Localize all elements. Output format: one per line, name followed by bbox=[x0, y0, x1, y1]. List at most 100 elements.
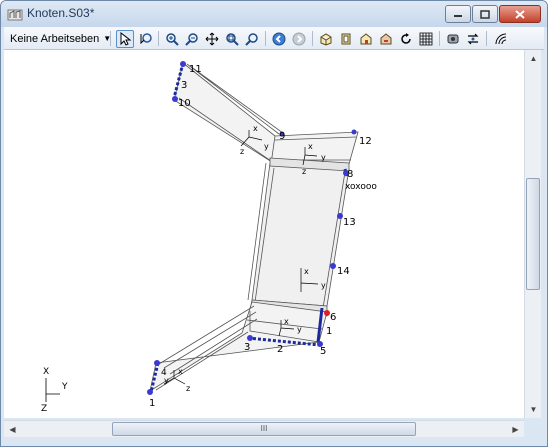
zoom-in-button[interactable] bbox=[163, 30, 181, 48]
svg-text:z: z bbox=[240, 147, 244, 156]
rotate-button[interactable] bbox=[397, 30, 415, 48]
svg-text:y: y bbox=[297, 325, 302, 334]
select-arrow-button[interactable] bbox=[116, 30, 134, 48]
horizontal-scrollbar[interactable]: ◀ III ▶ bbox=[4, 420, 524, 437]
window-title: Knoten.S03* bbox=[27, 6, 95, 20]
scroll-left-icon[interactable]: ◀ bbox=[5, 422, 20, 437]
application-window: Knoten.S03* Keine Arbeitseben ▼ 11 3 10 … bbox=[0, 0, 548, 447]
swap-button[interactable] bbox=[464, 30, 482, 48]
svg-text:x: x bbox=[284, 317, 289, 326]
back-button[interactable] bbox=[270, 30, 288, 48]
upper-left-slab bbox=[173, 62, 276, 165]
triad-x-label: X bbox=[43, 367, 49, 377]
svg-text:z: z bbox=[186, 384, 190, 393]
select-zoom-icon bbox=[140, 33, 152, 45]
title-bar[interactable]: Knoten.S03* bbox=[1, 1, 547, 27]
select-arrow-icon bbox=[120, 32, 132, 46]
side-view-button[interactable] bbox=[357, 30, 375, 48]
global-axis-triad: X Y Z bbox=[41, 367, 68, 414]
zoom-all-icon bbox=[245, 33, 258, 46]
node-13[interactable] bbox=[330, 263, 336, 269]
node-label-3-top: 3 bbox=[181, 80, 187, 91]
model-viewport[interactable]: 11 3 10 9 12 8 xoxooo 13 14 6 1 3 2 5 4 … bbox=[4, 50, 524, 418]
svg-text:y: y bbox=[164, 376, 169, 385]
node-4[interactable] bbox=[154, 360, 160, 366]
iso-view-button[interactable] bbox=[317, 30, 335, 48]
svg-text:y: y bbox=[264, 142, 269, 151]
node-extra-label: xoxooo bbox=[345, 182, 377, 192]
node-1b[interactable] bbox=[147, 389, 153, 395]
forward-button[interactable] bbox=[290, 30, 308, 48]
minimize-button[interactable] bbox=[445, 5, 471, 23]
svg-text:y: y bbox=[321, 281, 326, 290]
node-label-13: 14 bbox=[337, 266, 350, 277]
grid-button[interactable] bbox=[417, 30, 435, 48]
scroll-down-icon[interactable]: ▼ bbox=[526, 402, 541, 417]
select-zoom-button[interactable] bbox=[137, 30, 155, 48]
svg-text:y: y bbox=[321, 153, 326, 162]
zoom-window-button[interactable] bbox=[223, 30, 241, 48]
toolbar-separator bbox=[110, 31, 111, 46]
scroll-up-icon[interactable]: ▲ bbox=[526, 51, 541, 66]
node-label-6: 6 bbox=[330, 312, 336, 323]
pan-icon bbox=[205, 32, 219, 46]
node-label-9: 9 bbox=[279, 131, 285, 142]
iso-view-icon bbox=[320, 33, 332, 46]
toolbar-separator bbox=[486, 31, 487, 46]
toolbar-separator bbox=[158, 31, 159, 46]
node-label-1-right: 1 bbox=[326, 326, 332, 337]
node-label-14: 13 bbox=[343, 217, 356, 228]
node-12[interactable] bbox=[180, 61, 186, 67]
scroll-grip: III bbox=[260, 424, 268, 433]
node-label-11: 10 bbox=[178, 98, 191, 109]
node-10[interactable] bbox=[351, 129, 357, 135]
render-button[interactable] bbox=[444, 30, 462, 48]
node-label-5: 5 bbox=[320, 346, 326, 357]
svg-text:x: x bbox=[253, 124, 258, 133]
central-plate bbox=[251, 162, 350, 307]
top-view-icon bbox=[380, 33, 392, 45]
node-label-1: 1 bbox=[149, 398, 155, 409]
maximize-button[interactable] bbox=[472, 5, 498, 23]
toolbar-separator bbox=[265, 31, 266, 46]
arc-button[interactable] bbox=[492, 30, 510, 48]
horizontal-scroll-thumb[interactable]: III bbox=[112, 422, 416, 436]
zoom-window-icon bbox=[226, 33, 239, 46]
workplane-dropdown[interactable]: Keine Arbeitseben ▼ bbox=[10, 30, 111, 47]
zoom-all-button[interactable] bbox=[243, 30, 261, 48]
node-label-3: 3 bbox=[244, 342, 250, 353]
grid-icon bbox=[419, 32, 433, 46]
pan-button[interactable] bbox=[203, 30, 221, 48]
arc-icon bbox=[495, 33, 507, 45]
svg-text:z: z bbox=[302, 167, 306, 176]
back-icon bbox=[272, 32, 286, 46]
top-view-button[interactable] bbox=[377, 30, 395, 48]
node-3[interactable] bbox=[247, 335, 253, 341]
structure-drawing: 11 3 10 9 12 8 xoxooo 13 14 6 1 3 2 5 4 … bbox=[41, 61, 377, 414]
triad-y-label: Y bbox=[61, 382, 68, 392]
swap-icon bbox=[467, 33, 479, 45]
vertical-scrollbar[interactable]: ▲ ▼ bbox=[524, 50, 541, 418]
node-label-8: 8 bbox=[347, 169, 353, 180]
front-view-button[interactable] bbox=[337, 30, 355, 48]
scrollbar-corner bbox=[524, 420, 541, 437]
vertical-scroll-thumb[interactable] bbox=[526, 178, 540, 290]
side-view-icon bbox=[360, 33, 372, 45]
toolbar-separator bbox=[312, 31, 313, 46]
node-label-12: 11 bbox=[189, 64, 202, 75]
toolbar-separator bbox=[439, 31, 440, 46]
scroll-right-icon[interactable]: ▶ bbox=[508, 422, 523, 437]
zoom-in-icon bbox=[166, 33, 179, 46]
svg-text:x: x bbox=[308, 142, 313, 151]
zoom-out-icon bbox=[185, 33, 198, 46]
zoom-out-button[interactable] bbox=[183, 30, 201, 48]
maximize-icon bbox=[480, 9, 490, 19]
node-label-2: 2 bbox=[277, 344, 283, 355]
svg-text:x: x bbox=[304, 267, 309, 276]
render-icon bbox=[447, 34, 459, 44]
forward-icon bbox=[292, 32, 306, 46]
rotate-icon bbox=[401, 33, 411, 44]
node-label-10: 12 bbox=[359, 136, 372, 147]
app-icon bbox=[7, 9, 23, 21]
close-button[interactable] bbox=[499, 5, 541, 23]
